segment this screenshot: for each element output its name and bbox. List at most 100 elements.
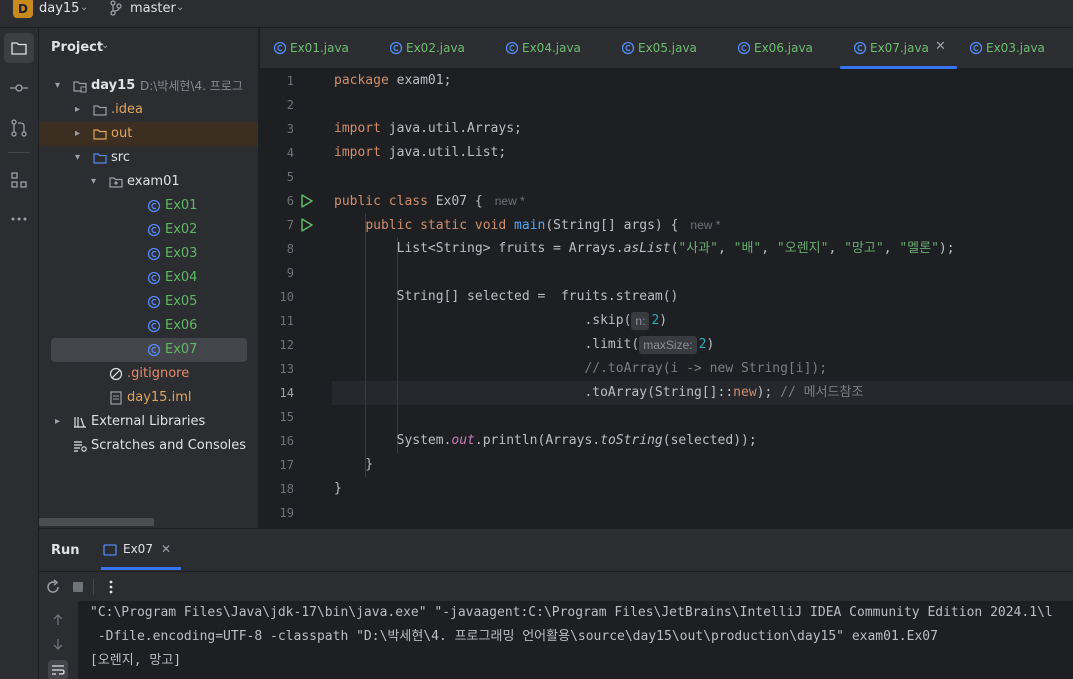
tree-item-label: Ex01 — [165, 198, 198, 213]
module-folder-icon — [73, 81, 87, 93]
tree-item-gitignore[interactable]: .gitignore — [39, 362, 258, 386]
code-editor[interactable]: 1 package exam01; 2 3 import java.util.Array… — [260, 69, 1073, 528]
scratches-icon — [74, 441, 87, 452]
run-gutter-icon[interactable] — [300, 218, 314, 232]
horizontal-scrollbar[interactable] — [39, 518, 154, 526]
structure-tool-button[interactable] — [4, 165, 34, 195]
code-token: public — [334, 194, 381, 209]
tab-ex01[interactable]: Ex01.java — [273, 28, 383, 69]
console-line: -Dfile.encoding=UTF-8 -classpath "D:\박세현… — [90, 629, 938, 644]
scroll-up-icon[interactable] — [51, 613, 65, 627]
tab-ex03[interactable]: Ex03.java — [969, 28, 1073, 69]
tab-ex02[interactable]: Ex02.java — [389, 28, 499, 69]
pull-requests-icon — [11, 119, 27, 137]
tree-item-label: Ex07 — [165, 342, 198, 357]
code-token: main — [514, 218, 546, 233]
tree-item-day15[interactable]: ▾ day15 D:\박세현\4. 프로그 — [39, 74, 258, 98]
commit-tool-button[interactable] — [4, 73, 34, 103]
code-token: asList — [623, 241, 671, 256]
run-tab-ex07[interactable]: Ex07 ✕ — [101, 529, 181, 570]
code-token: } — [334, 457, 374, 472]
code-line: } — [334, 477, 342, 501]
tab-ex07[interactable]: Ex07.java ✕ — [840, 28, 963, 69]
tree-item-label: Ex03 — [165, 246, 198, 261]
code-token: ) — [706, 337, 715, 352]
tree-item-label: day15 — [91, 78, 136, 93]
tree-item-ex06[interactable]: Ex06 — [39, 314, 258, 338]
code-token: Ex07 { — [427, 194, 483, 209]
chevron-down-icon[interactable]: ⌄ — [176, 0, 184, 18]
project-tool-button[interactable] — [4, 33, 34, 63]
chevron-down-icon[interactable]: ▾ — [91, 170, 96, 194]
tree-item-ex04[interactable]: Ex04 — [39, 266, 258, 290]
folder-excluded-icon — [93, 129, 107, 140]
tab-ex04[interactable]: Ex04.java — [505, 28, 615, 69]
tree-item-scratches-and-consoles[interactable]: Scratches and Consoles — [39, 434, 258, 458]
line-number: 4 — [286, 146, 294, 160]
run-gutter-icon[interactable] — [300, 194, 314, 208]
java-class-icon — [621, 41, 635, 55]
code-line: import java.util.List; — [334, 141, 506, 165]
branch-switcher[interactable]: master — [130, 0, 176, 18]
line-number: 13 — [279, 362, 294, 376]
chevron-down-icon[interactable]: ▾ — [75, 146, 80, 170]
toolbar-separator — [93, 579, 94, 595]
tree-item-external-libraries[interactable]: ▸ External Libraries — [39, 410, 258, 434]
code-token: class — [388, 194, 428, 209]
tree-item-label: Ex05 — [165, 294, 198, 309]
scroll-down-icon[interactable] — [51, 637, 65, 651]
run-panel-title: Run — [51, 543, 80, 558]
chevron-down-icon[interactable]: ⌄ — [80, 0, 88, 18]
tree-item-ex03[interactable]: Ex03 — [39, 242, 258, 266]
project-panel-title[interactable]: Project — [51, 40, 103, 55]
more-vertical-icon[interactable] — [101, 577, 121, 597]
more-tools-button[interactable] — [4, 204, 34, 234]
project-badge[interactable]: D — [13, 0, 33, 18]
code-line: import java.util.Arrays; — [334, 117, 522, 141]
tree-item-out[interactable]: ▸ out — [39, 122, 258, 146]
close-icon[interactable]: ✕ — [935, 28, 946, 69]
run-panel: Run Ex07 ✕ "C:\Program Files\Java\jdk-17… — [39, 528, 1073, 679]
tree-item-ex02[interactable]: Ex02 — [39, 218, 258, 242]
chevron-down-icon[interactable]: ▾ — [55, 74, 60, 98]
chevron-right-icon[interactable]: ▸ — [55, 410, 60, 434]
chevron-right-icon[interactable]: ▸ — [75, 98, 80, 122]
console-output[interactable]: "C:\Program Files\Java\jdk-17\bin\java.e… — [78, 601, 1073, 679]
parameter-hint: maxSize: — [639, 335, 697, 354]
code-token: public — [365, 218, 413, 233]
tree-item-idea[interactable]: ▸ .idea — [39, 98, 258, 122]
code-line: .limit(maxSize: 2) — [334, 333, 714, 357]
tree-item-exam01[interactable]: ▾ exam01 — [39, 170, 258, 194]
author-hint[interactable]: new * — [690, 218, 720, 232]
code-token: java.util.List; — [380, 145, 507, 160]
tree-item-label: day15.iml — [127, 390, 192, 405]
tree-item-day15-iml[interactable]: day15.iml — [39, 386, 258, 410]
code-token: (String[] args) { — [545, 218, 679, 233]
chevron-right-icon[interactable]: ▸ — [75, 122, 80, 146]
soft-wrap-icon[interactable] — [48, 660, 68, 679]
rerun-icon[interactable] — [43, 577, 63, 597]
code-line: public static void main(String[] args) {… — [334, 213, 720, 237]
git-branch-icon[interactable] — [109, 0, 123, 16]
tab-label: Ex01.java — [290, 41, 349, 55]
code-token: "망고" — [844, 241, 884, 256]
project-switcher[interactable]: day15 — [39, 0, 79, 18]
close-icon[interactable]: ✕ — [161, 529, 171, 570]
tree-item-ex05[interactable]: Ex05 — [39, 290, 258, 314]
author-hint[interactable]: new * — [495, 194, 525, 208]
tab-ex06[interactable]: Ex06.java — [737, 28, 847, 69]
java-class-icon — [147, 295, 161, 309]
tree-item-ex07[interactable]: Ex07 — [39, 338, 258, 362]
tree-item-ex01[interactable]: Ex01 — [39, 194, 258, 218]
pull-requests-tool-button[interactable] — [4, 113, 34, 143]
tree-item-path: D:\박세현\4. 프로그 — [140, 79, 243, 93]
line-number: 10 — [279, 290, 294, 304]
tree-item-src[interactable]: ▾ src — [39, 146, 258, 170]
code-token: .println(Arrays. — [474, 433, 601, 448]
stop-icon[interactable] — [68, 577, 88, 597]
project-icon — [11, 42, 27, 55]
chevron-down-icon[interactable]: ⌄ — [101, 40, 109, 51]
code-token: , — [761, 241, 777, 256]
tab-ex05[interactable]: Ex05.java — [621, 28, 731, 69]
